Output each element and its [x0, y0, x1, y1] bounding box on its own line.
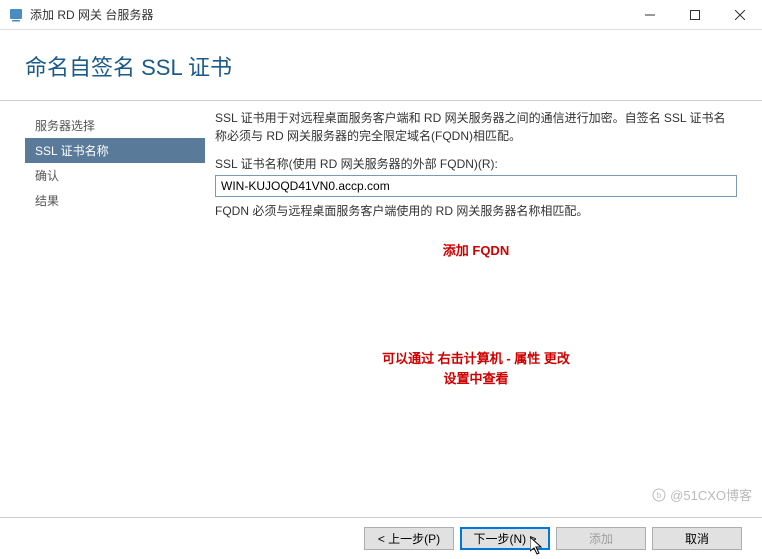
- sidebar: 服务器选择 SSL 证书名称 确认 结果: [0, 109, 205, 388]
- wizard-footer: < 上一步(P) 下一步(N) > 添加 取消: [0, 517, 762, 559]
- cancel-button[interactable]: 取消: [652, 527, 742, 550]
- watermark-text: @51CXO博客: [670, 485, 752, 504]
- titlebar: 添加 RD 网关 台服务器: [0, 0, 762, 30]
- svg-text:b: b: [657, 491, 662, 500]
- add-button: 添加: [556, 527, 646, 550]
- titlebar-left: 添加 RD 网关 台服务器: [8, 6, 153, 23]
- cert-name-input[interactable]: [215, 175, 737, 197]
- sidebar-item-server-select[interactable]: 服务器选择: [25, 113, 205, 138]
- maximize-button[interactable]: [672, 0, 717, 30]
- description-text: SSL 证书用于对远程桌面服务客户端和 RD 网关服务器之间的通信进行加密。自签…: [215, 109, 737, 145]
- content-area: 服务器选择 SSL 证书名称 确认 结果 SSL 证书用于对远程桌面服务客户端和…: [0, 101, 762, 388]
- main-panel: SSL 证书用于对远程桌面服务客户端和 RD 网关服务器之间的通信进行加密。自签…: [205, 109, 762, 388]
- sidebar-item-ssl-cert-name[interactable]: SSL 证书名称: [25, 138, 205, 163]
- sidebar-item-confirm[interactable]: 确认: [25, 163, 205, 188]
- watermark-icon: b: [652, 488, 666, 502]
- app-icon: [8, 7, 24, 23]
- fqdn-hint: FQDN 必须与远程桌面服务客户端使用的 RD 网关服务器名称相匹配。: [215, 202, 737, 220]
- close-button[interactable]: [717, 0, 762, 30]
- annotation-line2: 设置中查看: [215, 369, 737, 389]
- cursor-icon: [530, 537, 546, 557]
- cert-name-label: SSL 证书名称(使用 RD 网关服务器的外部 FQDN)(R):: [215, 155, 737, 172]
- annotation-line1: 可以通过 右击计算机 - 属性 更改: [215, 349, 737, 369]
- watermark: b @51CXO博客: [652, 485, 752, 504]
- sidebar-item-result[interactable]: 结果: [25, 188, 205, 213]
- window-controls: [627, 0, 762, 30]
- page-title: 命名自签名 SSL 证书: [25, 50, 737, 82]
- annotation-instructions: 可以通过 右击计算机 - 属性 更改 设置中查看: [215, 349, 737, 388]
- window-title: 添加 RD 网关 台服务器: [30, 6, 153, 23]
- minimize-button[interactable]: [627, 0, 672, 30]
- annotation-add-fqdn: 添加 FQDN: [215, 240, 737, 259]
- previous-button[interactable]: < 上一步(P): [364, 527, 454, 550]
- page-header: 命名自签名 SSL 证书: [0, 30, 762, 101]
